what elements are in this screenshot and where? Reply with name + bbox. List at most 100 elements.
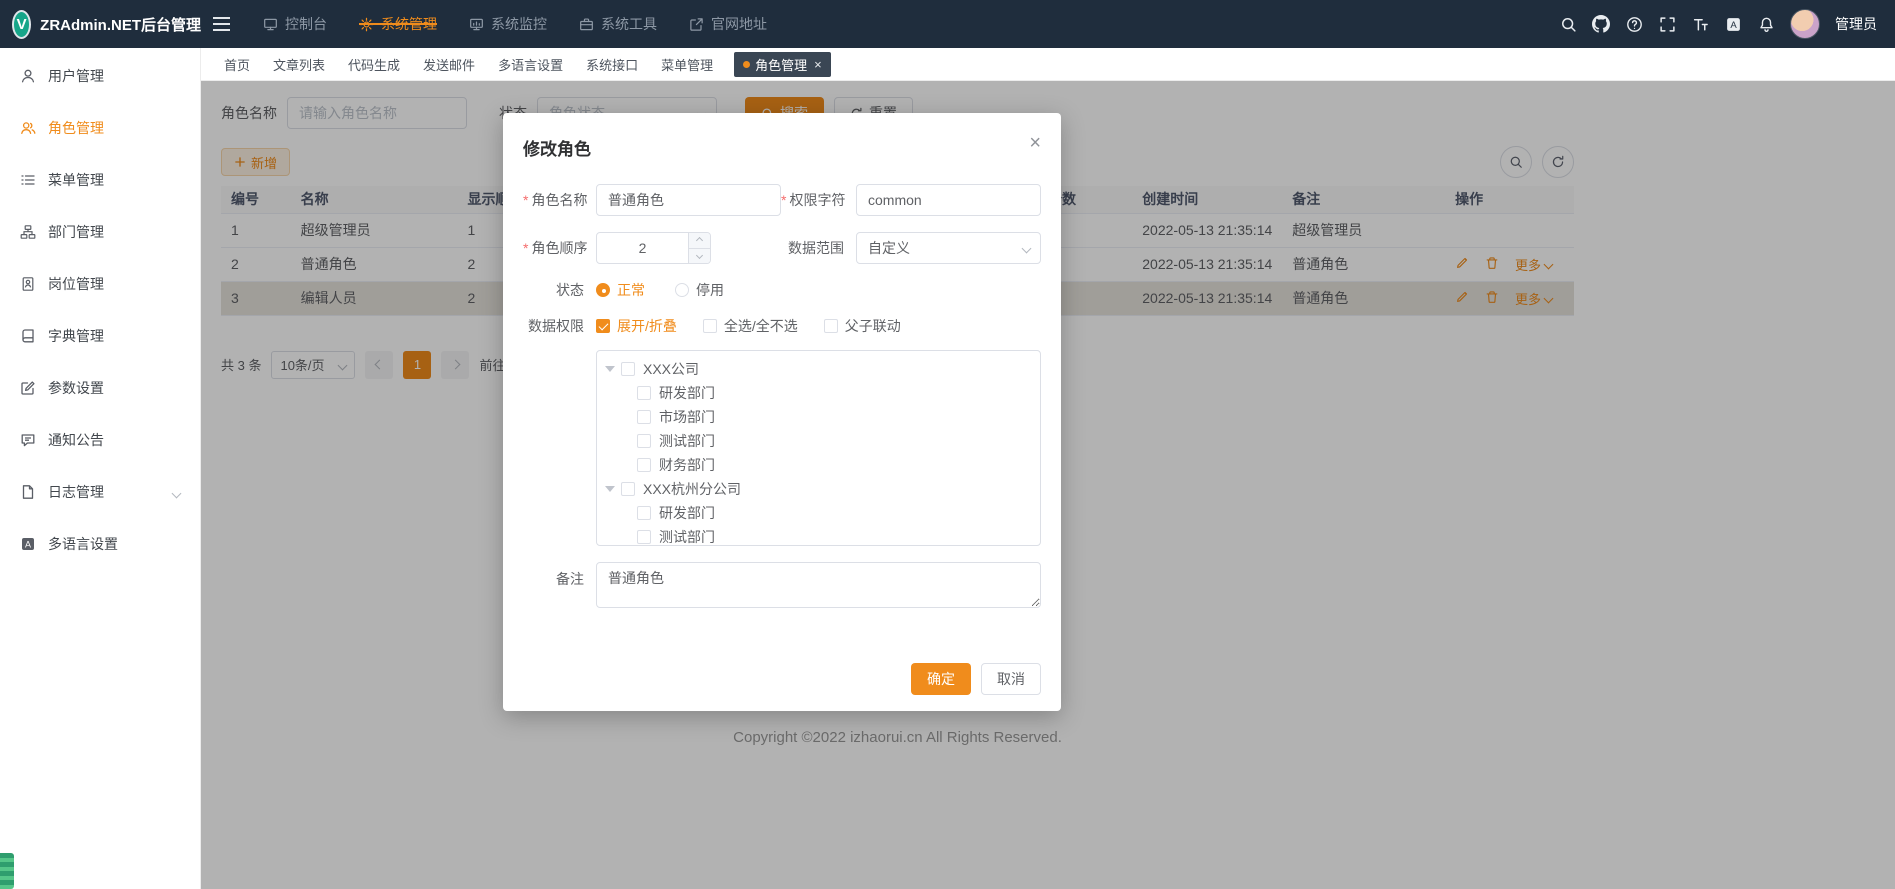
sidebar-item-label: 用户管理: [48, 66, 104, 86]
nav-label: 系统管理: [381, 14, 437, 34]
checkbox-expand-collapse[interactable]: 展开/折叠: [596, 316, 677, 336]
tab-code-gen[interactable]: 代码生成: [346, 52, 402, 77]
nav-label: 控制台: [285, 14, 327, 34]
tree-node-label: 研发部门: [659, 383, 715, 403]
sidebar-item-role-manage[interactable]: 角色管理: [0, 102, 200, 154]
sidebar-item-user-manage[interactable]: 用户管理: [0, 50, 200, 102]
sidebar-item-language-settings[interactable]: A 多语言设置: [0, 518, 200, 570]
font-size-icon[interactable]: [1691, 15, 1709, 33]
hamburger-icon[interactable]: [201, 0, 241, 48]
radio-status-disabled[interactable]: 停用: [675, 280, 724, 300]
tree-node-dept[interactable]: 研发部门: [597, 381, 1040, 405]
nav-item-system-tools[interactable]: 系统工具: [563, 14, 673, 34]
tree-node-label: 市场部门: [659, 407, 715, 427]
sidebar-item-label: 角色管理: [48, 118, 104, 138]
nav-item-official-site[interactable]: 官网地址: [673, 14, 783, 34]
cancel-button[interactable]: 取消: [981, 663, 1041, 695]
checkbox-select-all[interactable]: 全选/全不选: [703, 316, 798, 336]
tree-node-dept[interactable]: 财务部门: [597, 453, 1040, 477]
checkbox-icon[interactable]: [637, 530, 651, 544]
nav-item-system-monitor[interactable]: 系统监控: [453, 14, 563, 34]
search-icon[interactable]: [1559, 15, 1577, 33]
tree-node-company2[interactable]: XXX杭州分公司: [597, 477, 1040, 501]
user-icon: [20, 68, 36, 84]
sidebar-item-dict-manage[interactable]: 字典管理: [0, 310, 200, 362]
tabs-bar: 首页 文章列表 代码生成 发送邮件 多语言设置 系统接口 菜单管理 角色管理 ×: [201, 48, 1895, 81]
role-key-input[interactable]: [856, 184, 1041, 216]
tab-home[interactable]: 首页: [222, 52, 252, 77]
sidebar-item-notice[interactable]: 通知公告: [0, 414, 200, 466]
caret-down-icon[interactable]: [605, 486, 615, 492]
checkbox-icon[interactable]: [637, 506, 651, 520]
role-sort-stepper[interactable]: 2: [596, 232, 711, 264]
tree-node-dept[interactable]: 测试部门: [597, 429, 1040, 453]
external-link-icon: [689, 17, 704, 32]
sidebar-item-post-manage[interactable]: 岗位管理: [0, 258, 200, 310]
sidebar-item-param-settings[interactable]: 参数设置: [0, 362, 200, 414]
edit-square-icon: [20, 380, 36, 396]
dialog-title: 修改角色: [523, 140, 591, 159]
gear-icon: [359, 17, 374, 32]
tab-article-list[interactable]: 文章列表: [271, 52, 327, 77]
role-name-input[interactable]: [596, 184, 781, 216]
nav-item-console[interactable]: 控制台: [247, 14, 343, 34]
sidebar-item-label: 岗位管理: [48, 274, 104, 294]
user-avatar[interactable]: [1790, 9, 1820, 39]
tab-system-api[interactable]: 系统接口: [584, 52, 640, 77]
sidebar-item-menu-manage[interactable]: 菜单管理: [0, 154, 200, 206]
checkbox-parent-child-link[interactable]: 父子联动: [824, 316, 901, 336]
fullscreen-icon[interactable]: [1658, 15, 1676, 33]
app-title: ZRAdmin.NET后台管理: [40, 14, 201, 35]
tree-node-label: XXX公司: [643, 359, 699, 379]
tree-node-dept[interactable]: 研发部门: [597, 501, 1040, 525]
toolbox-icon: [579, 17, 594, 32]
tree-node-company1[interactable]: XXX公司: [597, 357, 1040, 381]
logo-letter: V: [17, 16, 27, 33]
decrease-button[interactable]: [689, 248, 710, 264]
sidebar-item-label: 菜单管理: [48, 170, 104, 190]
checkbox-icon[interactable]: [621, 362, 635, 376]
help-icon[interactable]: [1625, 15, 1643, 33]
increase-button[interactable]: [689, 233, 710, 248]
caret-down-icon[interactable]: [605, 366, 615, 372]
sidebar-item-dept-manage[interactable]: 部门管理: [0, 206, 200, 258]
username-label[interactable]: 管理员: [1835, 14, 1877, 34]
sidebar: 用户管理 角色管理 菜单管理 部门管理 岗位管理 字典管理 参数设置 通知公告 …: [0, 48, 201, 889]
data-scope-select[interactable]: 自定义: [856, 232, 1041, 264]
svg-text:A: A: [1730, 20, 1737, 31]
bell-icon[interactable]: [1757, 15, 1775, 33]
console-icon: [263, 17, 278, 32]
language-square-icon: A: [20, 536, 36, 552]
checkbox-label: 父子联动: [845, 316, 901, 336]
tab-close-icon[interactable]: ×: [814, 58, 822, 71]
github-icon[interactable]: [1592, 15, 1610, 33]
sidebar-item-log-manage[interactable]: 日志管理: [0, 466, 200, 518]
checkbox-icon[interactable]: [637, 410, 651, 424]
sidebar-item-label: 多语言设置: [48, 534, 118, 554]
nav-item-system-manage[interactable]: 系统管理: [343, 14, 453, 34]
tab-language-settings[interactable]: 多语言设置: [496, 52, 565, 77]
app-logo[interactable]: V ZRAdmin.NET后台管理: [0, 10, 201, 39]
close-icon[interactable]: ×: [1029, 133, 1041, 153]
sidebar-item-label: 日志管理: [48, 482, 104, 502]
tab-send-mail[interactable]: 发送邮件: [421, 52, 477, 77]
language-icon[interactable]: A: [1724, 15, 1742, 33]
checkbox-icon[interactable]: [637, 434, 651, 448]
tab-menu-manage[interactable]: 菜单管理: [659, 52, 715, 77]
data-scope-value: 自定义: [868, 238, 910, 258]
checkbox-icon[interactable]: [637, 458, 651, 472]
devtools-badge[interactable]: [0, 853, 14, 889]
nav-label: 系统工具: [601, 14, 657, 34]
tree-node-label: 研发部门: [659, 503, 715, 523]
remark-textarea[interactable]: 普通角色: [596, 562, 1041, 608]
radio-status-normal[interactable]: 正常: [596, 280, 645, 300]
data-scope-label: 数据范围: [781, 238, 856, 258]
tree-node-dept[interactable]: 测试部门: [597, 525, 1040, 546]
tree-node-dept[interactable]: 市场部门: [597, 405, 1040, 429]
data-perm-options: 展开/折叠 全选/全不选 父子联动: [596, 316, 1041, 336]
checkbox-icon[interactable]: [637, 386, 651, 400]
header-actions: A 管理员: [1559, 9, 1895, 39]
checkbox-icon[interactable]: [621, 482, 635, 496]
tab-role-manage-active[interactable]: 角色管理 ×: [734, 52, 831, 77]
confirm-button[interactable]: 确定: [911, 663, 971, 695]
